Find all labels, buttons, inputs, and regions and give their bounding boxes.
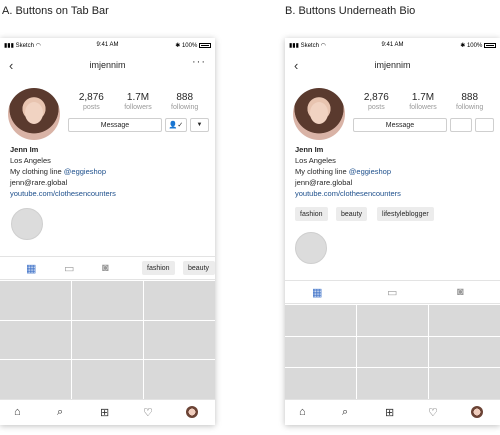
photo-tile[interactable] <box>429 368 500 399</box>
user-check-icon: 👤✓ <box>168 122 184 129</box>
photo-tile[interactable] <box>0 281 71 320</box>
profile-stats: 2,876 posts 1.7M followers 888 following <box>353 92 493 111</box>
photo-tile[interactable] <box>429 305 500 336</box>
status-bar: ▮▮▮ Sketch ◠ 9:41 AM ✱ 100% <box>0 38 215 54</box>
battery-icon <box>484 42 496 48</box>
photo-grid <box>0 281 215 399</box>
add-icon[interactable]: ⊞ <box>100 406 109 419</box>
search-icon[interactable]: ⌕ <box>57 406 63 419</box>
profile-stats: 2,876 posts 1.7M followers 888 following <box>68 92 208 111</box>
photo-tile[interactable] <box>72 360 143 399</box>
stat-following[interactable]: 888 following <box>446 92 493 111</box>
more-icon[interactable]: ··· <box>192 56 206 68</box>
photo-tile[interactable] <box>144 281 215 320</box>
bio-email: jenn@rare.global <box>295 178 353 187</box>
photo-tile[interactable] <box>144 360 215 399</box>
bio-location: Los Angeles <box>295 156 336 165</box>
username-title: imjennim <box>89 60 126 70</box>
bottom-nav: ⌂ ⌕ ⊞ ♡ <box>285 399 500 425</box>
tag-chip[interactable]: fashion <box>295 207 328 221</box>
bio-mention[interactable]: @eggieshop <box>349 167 391 176</box>
battery-indicator: ✱ 100% <box>175 42 211 49</box>
photo-grid <box>285 305 500 399</box>
stat-posts[interactable]: 2,876 posts <box>68 92 115 111</box>
photo-tile[interactable] <box>0 320 71 360</box>
search-icon[interactable]: ⌕ <box>342 406 348 419</box>
grid-icon[interactable]: ▦ <box>26 262 36 275</box>
panel-b-title: B. Buttons Underneath Bio <box>285 5 416 17</box>
photo-tile[interactable] <box>357 305 428 336</box>
photo-tile[interactable] <box>285 305 356 336</box>
bio-line: My clothing line @eggieshop <box>295 167 392 176</box>
photo-tile[interactable] <box>72 281 143 320</box>
profile-buttons: Message <box>353 118 494 132</box>
profile-avatar[interactable] <box>8 88 60 140</box>
bottom-nav: ⌂ ⌕ ⊞ ♡ <box>0 399 215 425</box>
username-title: imjennim <box>374 60 411 70</box>
home-icon[interactable]: ⌂ <box>299 406 306 418</box>
bio-link[interactable]: youtube.com/clothesencounters <box>10 188 116 199</box>
tag-chip[interactable]: beauty <box>336 207 368 221</box>
stat-followers[interactable]: 1.7M followers <box>115 92 162 111</box>
photo-tile[interactable] <box>357 336 428 368</box>
tv-icon[interactable]: ▭ <box>387 286 397 299</box>
stat-following[interactable]: 888 following <box>161 92 208 111</box>
photo-tile[interactable] <box>144 320 215 360</box>
profile-tab-avatar[interactable] <box>186 406 198 418</box>
bio-name: Jenn Im <box>10 145 39 154</box>
status-bar: ▮▮▮ Sketch ◠ 9:41 AM ✱ 100% <box>285 38 500 54</box>
tag-chip[interactable]: fashion <box>142 261 175 275</box>
bio-mention[interactable]: @eggieshop <box>64 167 106 176</box>
profile-buttons: Message 👤✓ ▼ <box>68 118 209 132</box>
story-highlight[interactable] <box>11 208 43 240</box>
photo-tile[interactable] <box>72 320 143 360</box>
photo-tile[interactable] <box>285 368 356 399</box>
stat-posts[interactable]: 2,876 posts <box>353 92 400 111</box>
battery-indicator: ✱ 100% <box>460 42 496 49</box>
photo-tile[interactable] <box>0 360 71 399</box>
grid-icon[interactable]: ▦ <box>312 286 322 299</box>
chevron-down-icon: ▼ <box>196 122 203 128</box>
bio-name: Jenn Im <box>295 145 324 154</box>
tagged-icon[interactable]: ◙ <box>102 262 109 274</box>
following-button[interactable]: 👤✓ <box>165 118 187 132</box>
heart-icon[interactable]: ♡ <box>143 406 153 419</box>
profile-bio: Jenn Im Los Angeles My clothing line @eg… <box>295 144 401 199</box>
profile-tab-bar: ▦ ▭ ◙ fashion beauty <box>0 256 215 280</box>
photo-tile[interactable] <box>357 368 428 399</box>
dropdown-button[interactable] <box>475 118 494 132</box>
bio-line: My clothing line @eggieshop <box>10 167 107 176</box>
stat-followers[interactable]: 1.7M followers <box>400 92 447 111</box>
profile-tab-avatar[interactable] <box>471 406 483 418</box>
following-button[interactable] <box>450 118 472 132</box>
add-icon[interactable]: ⊞ <box>385 406 394 419</box>
profile-bio: Jenn Im Los Angeles My clothing line @eg… <box>10 144 116 199</box>
dropdown-button[interactable]: ▼ <box>190 118 209 132</box>
bio-link[interactable]: youtube.com/clothesencounters <box>295 188 401 199</box>
bio-email: jenn@rare.global <box>10 178 68 187</box>
panel-a-title: A. Buttons on Tab Bar <box>2 5 109 17</box>
battery-icon <box>199 42 211 48</box>
story-highlight[interactable] <box>295 232 327 264</box>
profile-header: ‹ imjennim ··· <box>0 56 215 76</box>
phone-mockup-b: ▮▮▮ Sketch ◠ 9:41 AM ✱ 100% ‹ imjennim 2… <box>285 38 500 425</box>
tag-chip[interactable]: lifestyleblogger <box>377 207 434 221</box>
profile-header: ‹ imjennim <box>285 56 500 76</box>
photo-tile[interactable] <box>285 336 356 368</box>
profile-avatar[interactable] <box>293 88 345 140</box>
tagged-icon[interactable]: ◙ <box>457 286 464 298</box>
phone-mockup-a: ▮▮▮ Sketch ◠ 9:41 AM ✱ 100% ‹ imjennim ·… <box>0 38 215 425</box>
tv-icon[interactable]: ▭ <box>64 262 74 275</box>
tag-chip[interactable]: beauty <box>183 261 215 275</box>
photo-tile[interactable] <box>429 336 500 368</box>
bio-location: Los Angeles <box>10 156 51 165</box>
profile-tab-bar: ▦ ▭ ◙ <box>285 280 500 304</box>
message-button[interactable]: Message <box>353 118 447 132</box>
heart-icon[interactable]: ♡ <box>428 406 438 419</box>
message-button[interactable]: Message <box>68 118 162 132</box>
home-icon[interactable]: ⌂ <box>14 406 21 418</box>
